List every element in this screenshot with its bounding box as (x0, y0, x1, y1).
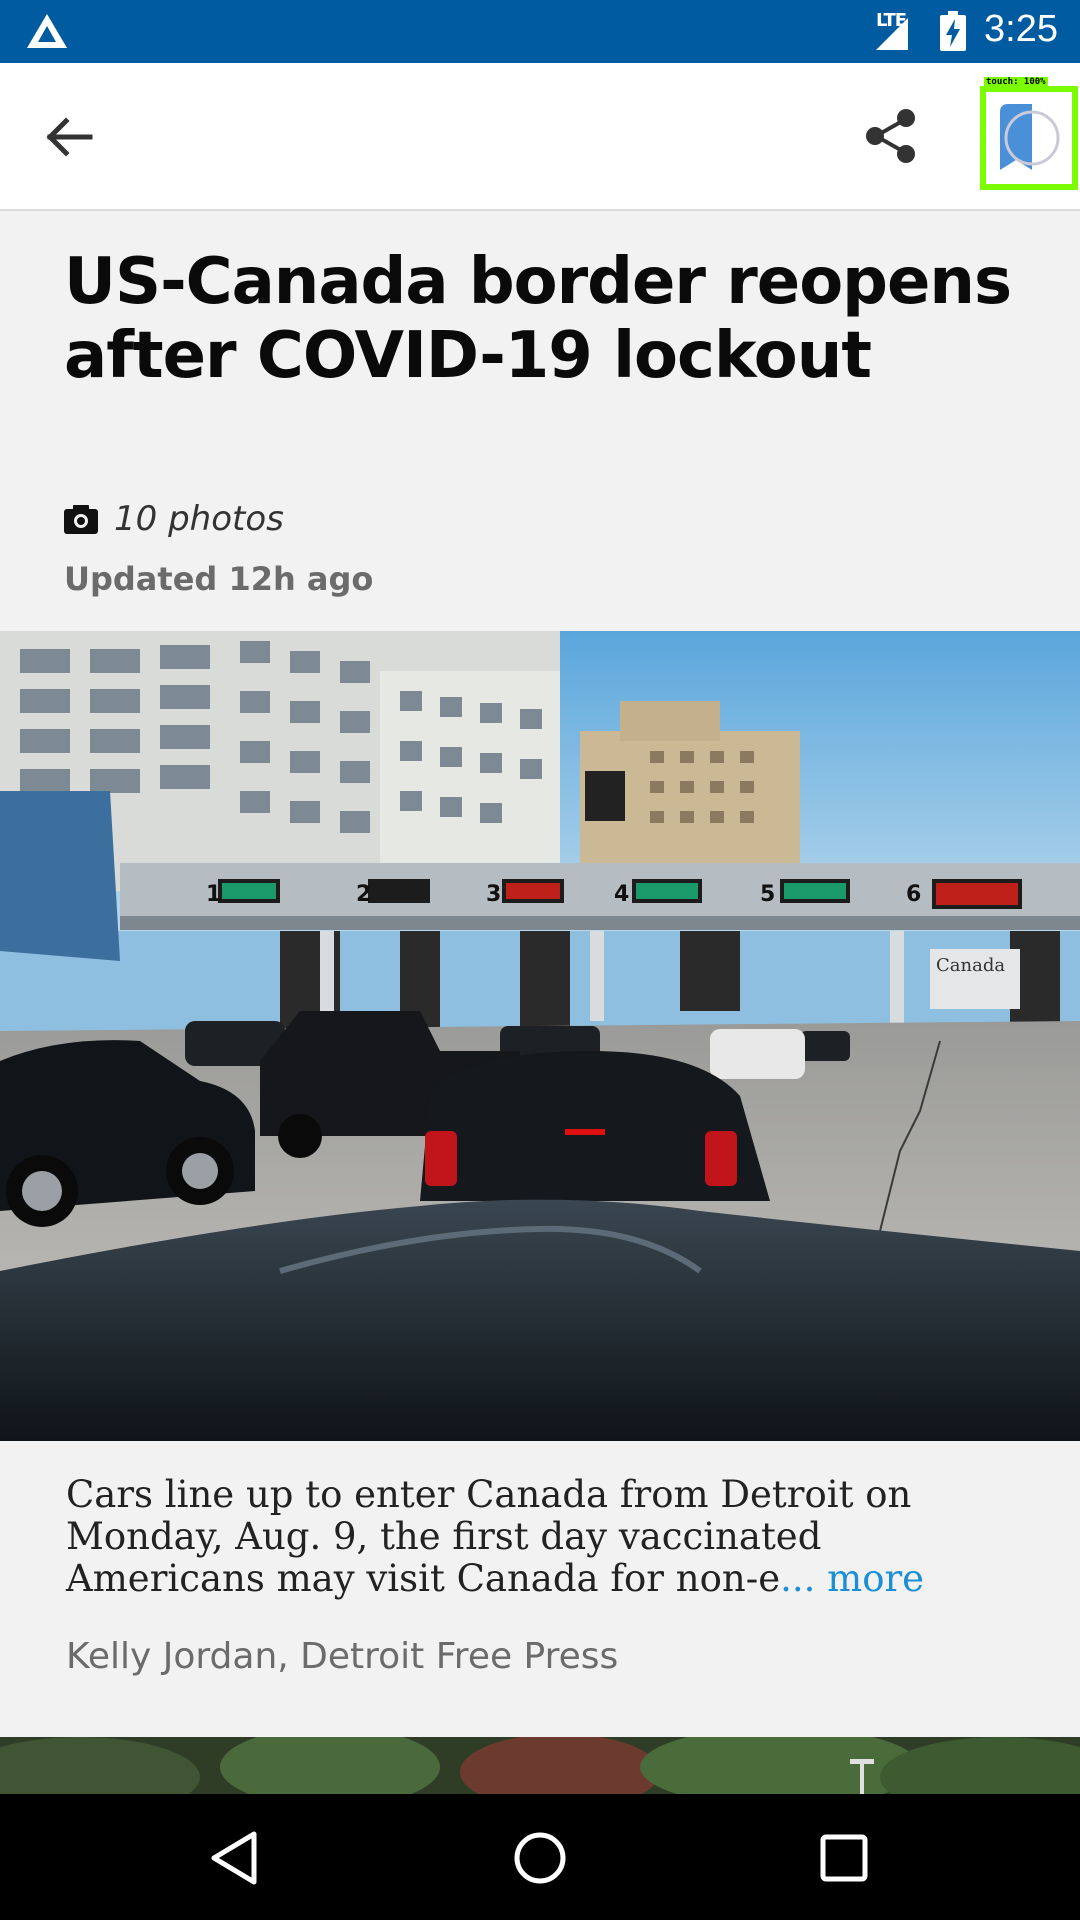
camera-icon (64, 505, 98, 534)
back-arrow-icon[interactable] (40, 109, 96, 165)
nav-recents-icon[interactable] (814, 1828, 874, 1888)
booth-number-2: 2 (356, 882, 371, 907)
booth-number-5: 5 (760, 882, 775, 907)
bookmark-icon (1000, 104, 1060, 170)
signal-icon (876, 18, 908, 50)
status-bar: LTE 3:25 (0, 0, 1080, 63)
battery-charging-icon (940, 11, 966, 51)
touch-overlay-label: touch: 100% (984, 77, 1048, 88)
nav-back-icon[interactable] (206, 1828, 266, 1888)
next-photo-preview[interactable] (0, 1737, 1080, 1794)
clock: 3:25 (984, 8, 1058, 50)
booth-number-4: 4 (614, 882, 629, 907)
navigation-bar (0, 1794, 1080, 1920)
photo-count-row[interactable]: 10 photos (64, 496, 284, 542)
toolbar: touch: 100% (0, 63, 1080, 211)
booth-number-6: 6 (906, 882, 921, 907)
article-photo[interactable]: 1 2 3 4 5 6 Canada (0, 631, 1080, 1441)
photo-credit: Kelly Jordan, Detroit Free Press (66, 1636, 619, 1677)
booth-number-1: 1 (206, 882, 221, 907)
screen: LTE 3:25 touch: 100% US-Canada border re… (0, 0, 1080, 1920)
app-logo-icon (27, 14, 67, 48)
next-photo-image (0, 1737, 1080, 1794)
updated-timestamp: Updated 12h ago (64, 560, 374, 598)
border-crossing-photo: 1 2 3 4 5 6 Canada (0, 631, 1080, 1441)
canada-building-sign: Canada (936, 955, 1005, 976)
headline: US-Canada border reopens after COVID-19 … (64, 245, 1012, 393)
more-link[interactable]: ... more (780, 1557, 924, 1600)
share-icon[interactable] (862, 107, 920, 165)
photo-caption: Cars line up to enter Canada from Detroi… (66, 1474, 1026, 1600)
booth-number-3: 3 (486, 882, 501, 907)
bookmark-button[interactable] (980, 86, 1078, 190)
photo-count: 10 photos (114, 499, 284, 539)
nav-home-icon[interactable] (510, 1828, 570, 1888)
